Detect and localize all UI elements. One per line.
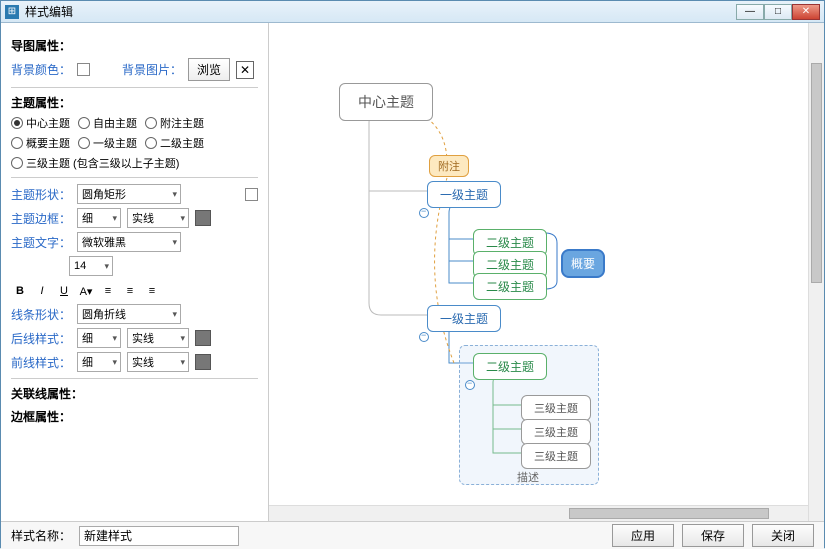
radio-l1[interactable]: 一级主题 bbox=[78, 135, 137, 151]
underline-button[interactable]: U bbox=[55, 282, 73, 300]
style-name-label: 样式名称： bbox=[11, 527, 71, 544]
radio-l3[interactable]: 三级主题 (包含三级以上子主题) bbox=[11, 155, 179, 171]
topic-type-radios: 中心主题 自由主题 附注主题 概要主题 一级主题 二级主题 三级主题 (包含三级… bbox=[11, 115, 258, 171]
node-l3-1[interactable]: 三级主题 bbox=[521, 395, 591, 421]
node-summary[interactable]: 概要 bbox=[561, 249, 605, 278]
line-shape-select[interactable]: 圆角折线 bbox=[77, 304, 181, 324]
close-button[interactable]: 关闭 bbox=[752, 524, 814, 547]
node-l2-3[interactable]: 二级主题 bbox=[473, 273, 547, 300]
frontline-color-swatch[interactable] bbox=[195, 354, 211, 370]
minimize-button[interactable]: — bbox=[736, 4, 764, 20]
titlebar: ⊞ 样式编辑 — □ ✕ bbox=[1, 1, 824, 23]
font-color-button[interactable]: A▾ bbox=[77, 282, 95, 300]
border-style-select[interactable]: 实线 bbox=[127, 208, 189, 228]
text-toolbar: B I U A▾ ≡ ≡ ≡ bbox=[11, 282, 161, 300]
bgcolor-label: 背景颜色： bbox=[11, 61, 71, 78]
section-guide: 导图属性： bbox=[11, 37, 258, 54]
font-select[interactable]: 微软雅黑 bbox=[77, 232, 181, 252]
font-size-select[interactable]: 14 bbox=[69, 256, 113, 276]
section-frame: 边框属性： bbox=[11, 408, 258, 425]
line-label: 线条形状： bbox=[11, 306, 71, 323]
maximize-button[interactable]: □ bbox=[764, 4, 792, 20]
vertical-scrollbar[interactable] bbox=[808, 23, 824, 521]
window: ⊞ 样式编辑 — □ ✕ 导图属性： 背景颜色： 背景图片： 浏览 ✕ 主题属性… bbox=[0, 0, 825, 548]
window-title: 样式编辑 bbox=[25, 3, 73, 20]
sidebar: 导图属性： 背景颜色： 背景图片： 浏览 ✕ 主题属性： 中心主题 自由主题 附… bbox=[1, 23, 269, 521]
node-l3-3[interactable]: 三级主题 bbox=[521, 443, 591, 469]
italic-button[interactable]: I bbox=[33, 282, 51, 300]
window-buttons: — □ ✕ bbox=[736, 4, 820, 20]
node-l3-2[interactable]: 三级主题 bbox=[521, 419, 591, 445]
app-icon: ⊞ bbox=[5, 5, 19, 19]
backline-width-select[interactable]: 细 bbox=[77, 328, 121, 348]
radio-free[interactable]: 自由主题 bbox=[78, 115, 137, 131]
backline-label: 后线样式： bbox=[11, 330, 71, 347]
frontline-style-select[interactable]: 实线 bbox=[127, 352, 189, 372]
bgcolor-checkbox[interactable] bbox=[77, 63, 90, 76]
collapse-icon-2[interactable] bbox=[419, 332, 429, 342]
border-label: 主题边框： bbox=[11, 210, 71, 227]
desc-label: 描述 bbox=[517, 469, 539, 485]
shape-checkbox[interactable] bbox=[245, 188, 258, 201]
frontline-width-select[interactable]: 细 bbox=[77, 352, 121, 372]
align-right-button[interactable]: ≡ bbox=[143, 282, 161, 300]
frontline-label: 前线样式： bbox=[11, 354, 71, 371]
shape-select[interactable]: 圆角矩形 bbox=[77, 184, 181, 204]
font-label: 主题文字： bbox=[11, 234, 71, 251]
backline-color-swatch[interactable] bbox=[195, 330, 211, 346]
footer: 样式名称： 应用 保存 关闭 bbox=[1, 521, 824, 549]
radio-summary[interactable]: 概要主题 bbox=[11, 135, 70, 151]
horizontal-scrollbar[interactable] bbox=[269, 505, 808, 521]
apply-button[interactable]: 应用 bbox=[612, 524, 674, 547]
border-width-select[interactable]: 细 bbox=[77, 208, 121, 228]
node-center[interactable]: 中心主题 bbox=[339, 83, 433, 121]
section-topic: 主题属性： bbox=[11, 94, 258, 111]
close-window-button[interactable]: ✕ bbox=[792, 4, 820, 20]
node-l2-4[interactable]: 二级主题 bbox=[473, 353, 547, 380]
node-note[interactable]: 附注 bbox=[429, 155, 469, 177]
browse-button[interactable]: 浏览 bbox=[188, 58, 230, 81]
bgimg-label: 背景图片： bbox=[122, 61, 182, 78]
save-button[interactable]: 保存 bbox=[682, 524, 744, 547]
shape-label: 主题形状： bbox=[11, 186, 71, 203]
collapse-icon-3[interactable] bbox=[465, 380, 475, 390]
radio-center[interactable]: 中心主题 bbox=[11, 115, 70, 131]
section-relation: 关联线属性： bbox=[11, 385, 258, 402]
collapse-icon[interactable] bbox=[419, 208, 429, 218]
style-name-input[interactable] bbox=[79, 526, 239, 546]
node-l1-a[interactable]: 一级主题 bbox=[427, 181, 501, 208]
align-center-button[interactable]: ≡ bbox=[121, 282, 139, 300]
align-left-button[interactable]: ≡ bbox=[99, 282, 117, 300]
body: 导图属性： 背景颜色： 背景图片： 浏览 ✕ 主题属性： 中心主题 自由主题 附… bbox=[1, 23, 824, 521]
node-l1-b[interactable]: 一级主题 bbox=[427, 305, 501, 332]
backline-style-select[interactable]: 实线 bbox=[127, 328, 189, 348]
bold-button[interactable]: B bbox=[11, 282, 29, 300]
canvas[interactable]: 中心主题 附注 一级主题 二级主题 二级主题 二级主题 概要 一级主题 二级主题… bbox=[269, 23, 824, 521]
radio-note[interactable]: 附注主题 bbox=[145, 115, 204, 131]
clear-bgimg-button[interactable]: ✕ bbox=[236, 61, 254, 79]
border-color-swatch[interactable] bbox=[195, 210, 211, 226]
radio-l2[interactable]: 二级主题 bbox=[145, 135, 204, 151]
